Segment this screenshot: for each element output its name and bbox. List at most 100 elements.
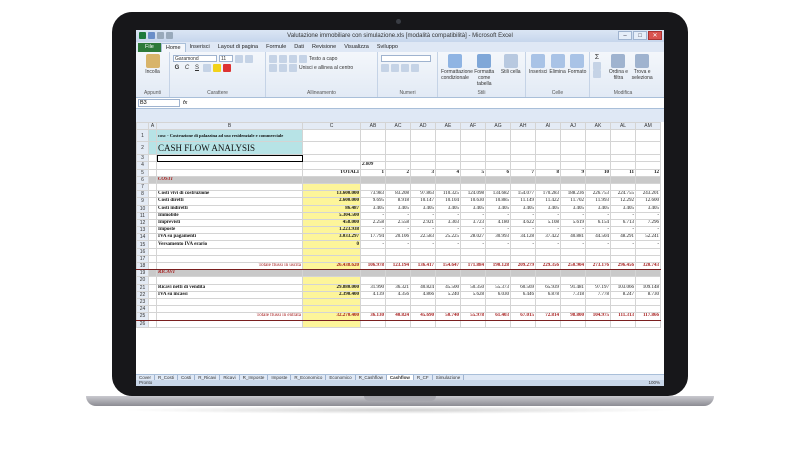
cell[interactable] — [360, 141, 386, 156]
ribbon-tab[interactable]: Inserisci — [186, 43, 214, 52]
cell-value[interactable]: 134.682 — [485, 190, 511, 199]
cell-value[interactable]: 4.180 — [485, 218, 511, 228]
cell-value[interactable]: - — [610, 240, 636, 249]
cell[interactable] — [302, 254, 361, 264]
row-header[interactable]: 16 — [136, 247, 149, 256]
cell[interactable] — [156, 168, 303, 177]
cell[interactable] — [535, 161, 561, 170]
column-header[interactable]: AJ — [560, 121, 586, 131]
cell[interactable] — [302, 276, 361, 285]
cell-value[interactable]: 229.356 — [535, 261, 561, 271]
row-header[interactable]: 3 — [136, 154, 149, 163]
cell[interactable] — [485, 141, 511, 156]
ribbon-tab[interactable]: Revisione — [308, 43, 340, 52]
thousands-icon[interactable] — [401, 63, 409, 72]
cell-styles-button[interactable]: Stili cella — [499, 54, 522, 95]
cell[interactable] — [302, 175, 361, 184]
cell[interactable] — [156, 254, 303, 264]
cell[interactable] — [560, 276, 586, 285]
cell[interactable] — [435, 276, 461, 285]
cell-value[interactable]: - — [585, 226, 611, 235]
redo-icon[interactable] — [166, 32, 173, 39]
cell[interactable] — [610, 305, 636, 314]
cell[interactable] — [148, 204, 157, 213]
cell-value[interactable]: 154.647 — [435, 261, 461, 271]
cell-value[interactable]: - — [635, 240, 661, 249]
cell-value[interactable]: - — [560, 226, 586, 235]
cell[interactable] — [485, 175, 511, 184]
cell[interactable] — [485, 161, 511, 170]
cell-value[interactable]: - — [460, 211, 486, 220]
cell-value[interactable]: 22.583 — [410, 233, 436, 242]
cell-value[interactable]: 97.197 — [585, 283, 611, 292]
cell-value[interactable]: 136.417 — [410, 261, 436, 271]
cell[interactable] — [510, 269, 536, 278]
cell[interactable] — [156, 305, 303, 314]
cell[interactable] — [635, 276, 661, 285]
cell-value[interactable]: - — [485, 240, 511, 249]
cell-value[interactable]: 273.176 — [585, 261, 611, 271]
cell[interactable] — [460, 297, 486, 307]
cell[interactable] — [410, 154, 436, 163]
cell-value[interactable]: 154.077 — [510, 190, 536, 199]
cell[interactable] — [610, 254, 636, 264]
cell[interactable] — [560, 319, 586, 328]
cell[interactable] — [535, 269, 561, 278]
cell-value[interactable]: 8.730 — [635, 290, 661, 299]
cell[interactable] — [510, 319, 536, 328]
cell[interactable] — [410, 129, 436, 143]
cell[interactable] — [485, 319, 511, 328]
cell[interactable] — [435, 247, 461, 256]
cell-value[interactable]: 37.422 — [535, 233, 561, 242]
cell-value[interactable]: 8.918 — [385, 197, 411, 206]
cell[interactable] — [360, 297, 386, 307]
cell[interactable] — [610, 247, 636, 256]
cell-value[interactable]: 10.885 — [485, 197, 511, 206]
cell-value[interactable]: 104.975 — [585, 312, 611, 321]
cell-value[interactable]: 171.884 — [460, 261, 486, 271]
cell[interactable] — [410, 305, 436, 314]
cell-value[interactable]: 111.313 — [610, 312, 636, 321]
cell-value[interactable]: 34.128 — [510, 233, 536, 242]
column-header[interactable]: AM — [635, 121, 661, 131]
cell[interactable] — [510, 175, 536, 184]
cell[interactable] — [585, 141, 611, 156]
format-cells-button[interactable]: Formato — [568, 54, 586, 95]
cell-value[interactable]: 7.296 — [635, 218, 661, 228]
cell[interactable] — [460, 161, 486, 170]
column-header[interactable]: AC — [385, 121, 411, 131]
cell-value[interactable]: 7.318 — [560, 290, 586, 299]
cell-value[interactable]: 3.405 — [385, 204, 411, 213]
cell-value[interactable]: 3.405 — [635, 204, 661, 213]
column-header[interactable]: B — [156, 121, 303, 131]
cell[interactable] — [510, 141, 536, 156]
cell[interactable] — [302, 269, 361, 278]
fx-icon[interactable]: fx — [183, 100, 187, 106]
font-color-icon[interactable] — [223, 63, 231, 72]
cell[interactable] — [560, 129, 586, 143]
row-header[interactable]: 21 — [136, 283, 149, 292]
cell-value[interactable]: - — [560, 211, 586, 220]
wrap-text-button[interactable]: Testo a capo — [309, 56, 337, 62]
format-table-button[interactable]: Formatta come tabella — [471, 54, 497, 95]
paste-label[interactable]: Incolla — [139, 69, 166, 75]
cell-value[interactable]: 36.321 — [385, 283, 411, 292]
cell[interactable] — [410, 319, 436, 328]
row-header[interactable]: 19 — [136, 269, 149, 278]
cell-value[interactable]: - — [535, 226, 561, 235]
cell-value[interactable]: - — [510, 226, 536, 235]
cell[interactable] — [635, 175, 661, 184]
cell-value[interactable]: 55.978 — [460, 312, 486, 321]
cell-value[interactable]: 10.104 — [435, 197, 461, 206]
cell-value[interactable]: 2.921 — [410, 218, 436, 228]
cell-value[interactable]: 97.863 — [410, 190, 436, 199]
cell[interactable] — [156, 319, 303, 328]
cell[interactable] — [535, 175, 561, 184]
cell[interactable] — [460, 154, 486, 163]
cell-value[interactable]: 117.866 — [635, 312, 661, 321]
cell[interactable] — [302, 305, 361, 314]
cell[interactable] — [585, 182, 611, 192]
cell-value[interactable]: 36.130 — [360, 312, 386, 321]
cell-value[interactable]: - — [360, 211, 386, 220]
cell[interactable] — [435, 319, 461, 328]
